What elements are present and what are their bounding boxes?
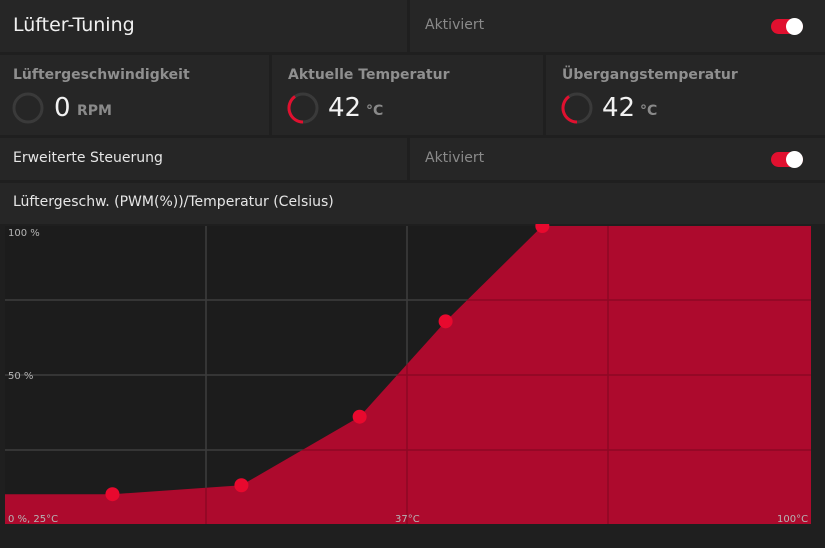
header-row: Lüfter-Tuning Aktiviert bbox=[0, 0, 825, 52]
curve-point-handle[interactable] bbox=[352, 409, 367, 424]
curve-point-handle[interactable] bbox=[438, 314, 453, 329]
fan-tuning-toggle[interactable] bbox=[771, 18, 803, 35]
advanced-control-toggle[interactable] bbox=[771, 151, 803, 168]
stat-junction-temp: Übergangstemperatur 42 °C bbox=[546, 55, 825, 135]
advanced-status-label: Aktiviert bbox=[425, 150, 485, 166]
advanced-label-cell: Erweiterte Steuerung bbox=[0, 138, 407, 180]
origin-tick-label: 0 %, 25°C bbox=[8, 514, 58, 525]
page-title: Lüfter-Tuning bbox=[13, 14, 135, 36]
chart-header-row: Lüftergeschw. (PWM(%))/Temperatur (Celsi… bbox=[0, 183, 825, 224]
advanced-status-cell: Aktiviert bbox=[410, 138, 825, 180]
stat-label: Lüftergeschwindigkeit bbox=[13, 67, 190, 83]
fan-curve-svg[interactable]: 100 % 50 % 0 %, 25°C 37°C 100°C bbox=[0, 219, 825, 544]
stat-value: 42 bbox=[328, 93, 362, 123]
stat-value: 0 bbox=[54, 93, 71, 123]
x-tick-label-max: 100°C bbox=[777, 514, 808, 525]
curve-point-handle[interactable] bbox=[234, 478, 249, 493]
stats-row: Lüftergeschwindigkeit 0 RPM Aktuelle Tem… bbox=[0, 55, 825, 135]
advanced-row: Erweiterte Steuerung Aktiviert bbox=[0, 138, 825, 180]
fan-speed-gauge-icon bbox=[12, 92, 44, 124]
header-status-label: Aktiviert bbox=[425, 17, 485, 33]
stat-unit: °C bbox=[366, 103, 384, 119]
stat-unit: °C bbox=[640, 103, 658, 119]
y-tick-label-mid: 50 % bbox=[8, 371, 33, 382]
stat-fan-speed: Lüftergeschwindigkeit 0 RPM bbox=[0, 55, 269, 135]
advanced-control-label: Erweiterte Steuerung bbox=[13, 150, 163, 166]
stat-value: 42 bbox=[602, 93, 636, 123]
y-tick-label-top: 100 % bbox=[8, 228, 40, 239]
curve-point-handle[interactable] bbox=[105, 487, 120, 502]
header-status-cell: Aktiviert bbox=[410, 0, 825, 52]
stat-label: Aktuelle Temperatur bbox=[288, 67, 450, 83]
junction-gauge-icon bbox=[561, 92, 593, 124]
temperature-gauge-icon bbox=[287, 92, 319, 124]
x-tick-label-mid: 37°C bbox=[395, 514, 420, 525]
stat-current-temp: Aktuelle Temperatur 42 °C bbox=[272, 55, 543, 135]
header-title-cell: Lüfter-Tuning bbox=[0, 0, 407, 52]
chart-title: Lüftergeschw. (PWM(%))/Temperatur (Celsi… bbox=[13, 194, 334, 210]
chart-header-cell: Lüftergeschw. (PWM(%))/Temperatur (Celsi… bbox=[0, 183, 825, 224]
stat-label: Übergangstemperatur bbox=[562, 67, 738, 83]
stat-unit: RPM bbox=[77, 103, 112, 119]
fan-curve-chart[interactable]: 100 % 50 % 0 %, 25°C 37°C 100°C bbox=[0, 219, 825, 544]
